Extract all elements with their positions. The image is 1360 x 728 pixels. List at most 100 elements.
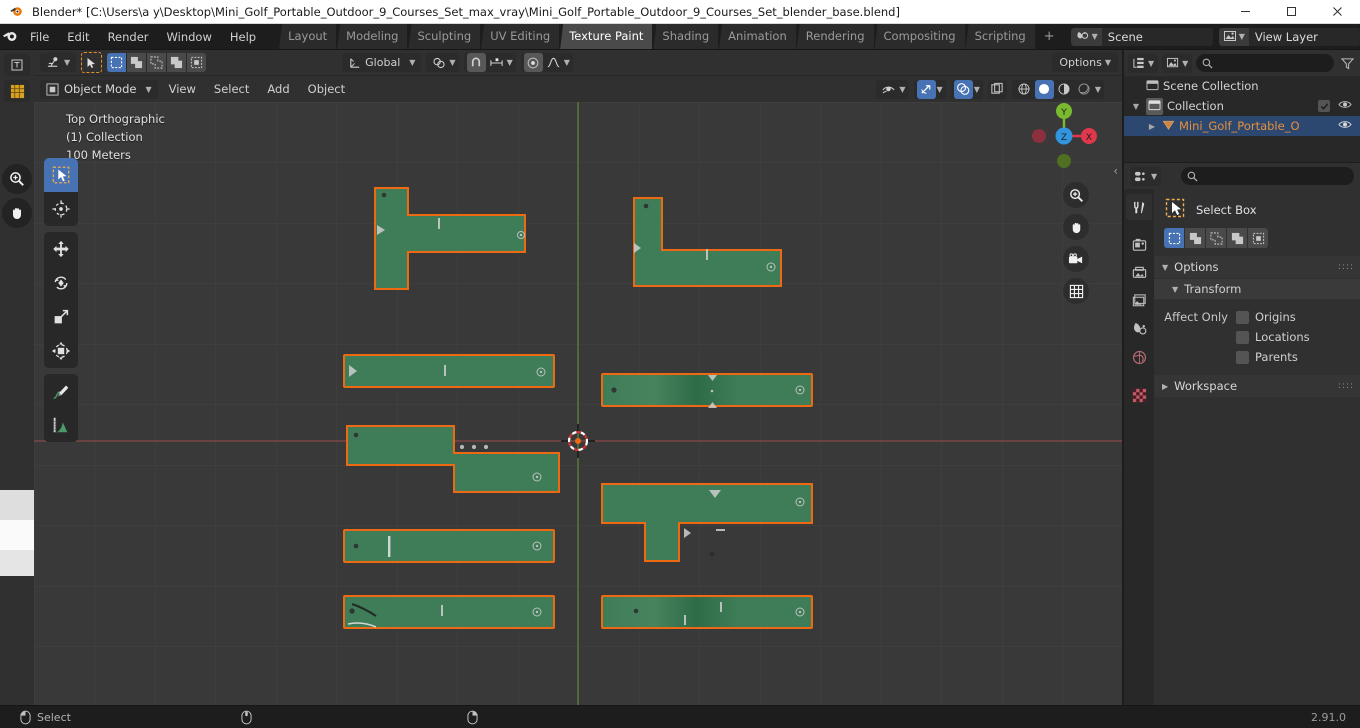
select-new-icon[interactable]	[107, 53, 127, 72]
menu-window[interactable]: Window	[159, 28, 220, 46]
properties-editor-type-dropdown[interactable]: ▼	[1130, 166, 1162, 186]
menu-help[interactable]: Help	[222, 28, 264, 46]
golf-course-objects[interactable]	[34, 102, 1122, 705]
tab-compositing[interactable]: Compositing	[874, 24, 966, 49]
scene-browse-icon[interactable]: ▼	[1070, 27, 1102, 46]
object-expand-arrow[interactable]: ▶	[1146, 122, 1158, 131]
tool-cursor[interactable]	[44, 192, 78, 226]
maximize-button[interactable]	[1268, 0, 1314, 24]
uv-editor-icon[interactable]	[4, 80, 30, 102]
tab-animation[interactable]: Animation	[719, 24, 797, 49]
collection-expand-arrow[interactable]: ▼	[1130, 102, 1142, 111]
snapping-group[interactable]: ▼	[463, 53, 516, 72]
tab-scene-properties-icon[interactable]	[1126, 316, 1152, 342]
gizmo-toggle-group[interactable]: ▼	[913, 79, 946, 99]
origins-checkbox[interactable]	[1236, 310, 1249, 324]
minimize-button[interactable]	[1222, 0, 1268, 24]
view-layer-browse-icon[interactable]: ▼	[1218, 27, 1249, 46]
scene-name-field[interactable]: Scene	[1101, 27, 1213, 46]
tool-select-subtract-icon[interactable]	[1206, 228, 1226, 248]
magnet-snap-icon[interactable]	[466, 53, 486, 72]
tool-rotate[interactable]	[44, 266, 78, 300]
eye-visibility-icon[interactable]	[879, 79, 899, 99]
tab-sculpting[interactable]: Sculpting	[408, 24, 482, 49]
scene-selector[interactable]: ▼ Scene ✕	[1070, 27, 1213, 46]
proportional-edit-icon[interactable]	[523, 53, 543, 72]
outliner-row-object[interactable]: ▶ Mini_Golf_Portable_O	[1124, 116, 1360, 136]
shading-mode-group[interactable]: ▼	[1011, 79, 1104, 99]
add-workspace-button[interactable]: +	[1036, 25, 1063, 48]
zoom-view-icon[interactable]	[1063, 182, 1089, 208]
proportional-edit-group[interactable]: ▼	[520, 53, 573, 72]
object-visibility-eye-icon[interactable]	[1338, 119, 1352, 133]
collection-checkbox[interactable]	[1318, 100, 1330, 112]
viewport-menu-view[interactable]: View	[162, 80, 203, 98]
outliner-editor-type-dropdown[interactable]: ▼	[1128, 53, 1159, 73]
outliner-display-mode-dropdown[interactable]: ▼	[1162, 53, 1193, 73]
pivot-point-dropdown[interactable]: ▼	[426, 53, 459, 72]
panel-transform-subheader[interactable]: ▼ Transform	[1154, 279, 1360, 299]
parents-checkbox[interactable]	[1236, 350, 1249, 364]
zoom-icon[interactable]	[2, 164, 32, 194]
editor-type-selector[interactable]	[4, 54, 30, 76]
properties-search-input[interactable]	[1181, 167, 1354, 185]
tab-layout[interactable]: Layout	[279, 24, 338, 49]
tab-texture-properties-icon[interactable]	[1126, 382, 1152, 408]
tab-view-layer-properties-icon[interactable]	[1126, 288, 1152, 314]
view-layer-selector[interactable]: ▼ View Layer ✕	[1218, 27, 1360, 46]
tool-select-invert-icon[interactable]	[1227, 228, 1247, 248]
locations-checkbox[interactable]	[1236, 330, 1249, 344]
viewport-3d-canvas[interactable]	[34, 102, 1122, 705]
view-layer-name-field[interactable]: View Layer	[1248, 27, 1360, 46]
tool-select-box[interactable]	[44, 158, 78, 192]
hand-pan-icon[interactable]	[2, 198, 32, 228]
solid-shading-icon[interactable]	[1034, 79, 1054, 99]
tool-settings-dropdown[interactable]: ▼	[40, 53, 77, 72]
select-extend-icon[interactable]	[127, 53, 147, 72]
viewport-options-dropdown[interactable]: Options ▼	[1052, 53, 1118, 72]
xray-toggle-icon[interactable]	[987, 79, 1007, 99]
wireframe-shading-icon[interactable]	[1014, 79, 1034, 99]
pivot-point-icon[interactable]	[429, 53, 449, 72]
options-panel-drag-handle[interactable]: ::::	[1338, 262, 1354, 272]
outliner-row-collection[interactable]: ▼ Collection	[1124, 96, 1360, 116]
tab-render-properties-icon[interactable]	[1126, 232, 1152, 258]
tool-select-intersect-icon[interactable]	[1248, 228, 1268, 248]
close-button[interactable]	[1314, 0, 1360, 24]
select-intersect-icon[interactable]	[187, 53, 207, 72]
transform-expand-arrow[interactable]: ▼	[1172, 285, 1178, 294]
move-view-icon[interactable]	[1063, 214, 1089, 240]
tab-scripting[interactable]: Scripting	[965, 24, 1036, 49]
tool-annotate[interactable]	[44, 374, 78, 408]
tab-output-properties-icon[interactable]	[1126, 260, 1152, 286]
options-expand-arrow[interactable]: ▼	[1162, 263, 1168, 272]
workspace-expand-arrow[interactable]: ▶	[1162, 382, 1168, 391]
visibility-dropdown[interactable]: ▼	[876, 79, 909, 99]
tool-scale[interactable]	[44, 300, 78, 334]
outliner-search-input[interactable]	[1196, 54, 1334, 72]
outliner-filter-icon[interactable]	[1338, 54, 1356, 72]
tab-shading[interactable]: Shading	[653, 24, 720, 49]
tab-active-tool-icon[interactable]	[1126, 194, 1152, 220]
toggle-ortho-perspective-icon[interactable]	[1063, 278, 1089, 304]
tool-select-new-icon[interactable]	[1164, 228, 1184, 248]
rendered-shading-icon[interactable]	[1074, 79, 1094, 99]
tool-measure[interactable]	[44, 408, 78, 442]
transform-orientation-dropdown[interactable]: Global ▼	[342, 53, 422, 72]
tab-texture-paint[interactable]: Texture Paint	[560, 24, 654, 49]
blender-logo-icon[interactable]	[0, 24, 21, 50]
workspace-panel-drag-handle[interactable]: ::::	[1338, 381, 1354, 391]
overlays-icon[interactable]	[953, 79, 973, 99]
tab-modeling[interactable]: Modeling	[337, 24, 409, 49]
tool-transform[interactable]	[44, 334, 78, 368]
outliner-row-scene-collection[interactable]: Scene Collection	[1124, 76, 1360, 96]
tool-select-extend-icon[interactable]	[1185, 228, 1205, 248]
tool-move[interactable]	[44, 232, 78, 266]
panel-options-header[interactable]: ▼ Options ::::	[1154, 256, 1360, 278]
viewport-sidebar-collapse-arrow[interactable]: ‹	[1113, 164, 1118, 178]
active-tool-cursor-icon[interactable]	[81, 52, 103, 73]
menu-edit[interactable]: Edit	[59, 28, 97, 46]
tab-uv-editing[interactable]: UV Editing	[481, 24, 561, 49]
select-invert-icon[interactable]	[167, 53, 187, 72]
navigation-gizmo[interactable]: Y X Z	[1026, 98, 1102, 174]
